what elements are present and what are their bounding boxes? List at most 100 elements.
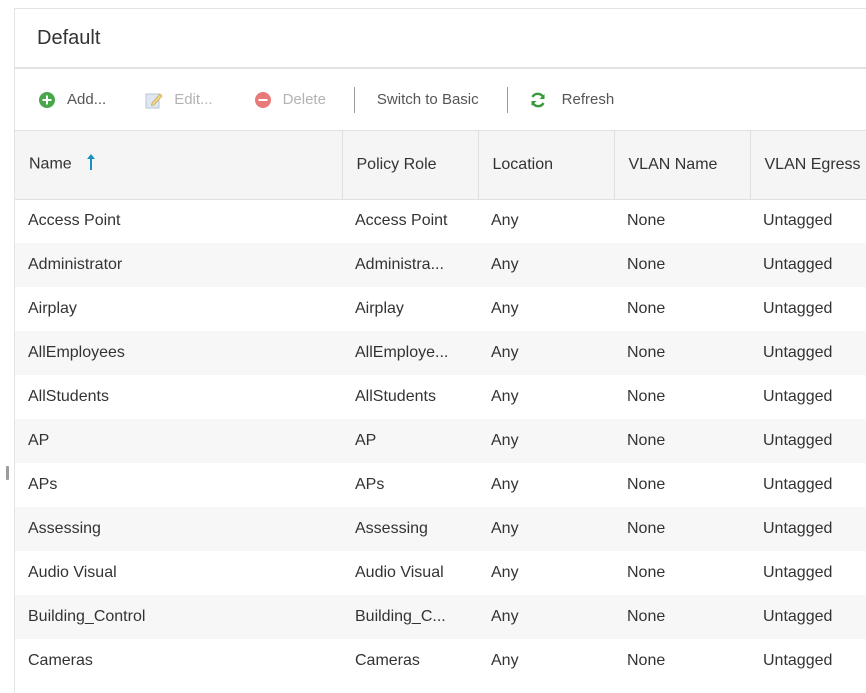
- cell-vlan-egress: Untagged: [750, 287, 866, 331]
- add-icon: [37, 90, 57, 110]
- add-button[interactable]: Add...: [37, 90, 106, 110]
- cell-name: Building_Control: [15, 595, 342, 639]
- cell-name: AllEmployees: [15, 331, 342, 375]
- table-row[interactable]: Audio Visual Audio Visual Any None Untag…: [15, 551, 866, 595]
- cell-policy-role: Access Point: [342, 199, 478, 243]
- cell-policy-role: AP: [342, 419, 478, 463]
- policy-panel: Default Add... Edit... Delete Switch to …: [14, 8, 866, 693]
- cell-name: Assessing: [15, 507, 342, 551]
- sort-ascending-icon[interactable]: [86, 153, 96, 176]
- table-row[interactable]: Airplay Airplay Any None Untagged: [15, 287, 866, 331]
- cell-vlan-name: None: [614, 331, 750, 375]
- cell-vlan-egress: Untagged: [750, 331, 866, 375]
- table-header-row: Name Policy Role Location VLAN Name VLAN…: [15, 131, 866, 200]
- table-row[interactable]: Cameras Cameras Any None Untagged: [15, 639, 866, 683]
- toolbar-divider: [506, 86, 508, 113]
- cell-policy-role: Airplay: [342, 287, 478, 331]
- cell-vlan-egress: Untagged: [750, 419, 866, 463]
- column-header-name[interactable]: Name: [15, 131, 343, 200]
- column-header-policy-role[interactable]: Policy Role: [342, 131, 479, 200]
- table-row[interactable]: Administrator Administra... Any None Unt…: [15, 243, 866, 287]
- cell-location: Any: [478, 507, 614, 551]
- column-header-vlan-name[interactable]: VLAN Name: [614, 131, 751, 200]
- cell-policy-role: AllStudents: [342, 375, 478, 419]
- cell-vlan-name: None: [614, 287, 750, 331]
- cell-vlan-egress: Untagged: [750, 243, 866, 287]
- delete-icon: [253, 90, 273, 110]
- cell-vlan-egress: Untagged: [750, 507, 866, 551]
- cell-policy-role: Administra...: [342, 243, 478, 287]
- cell-policy-role: Building_C...: [342, 595, 478, 639]
- cell-name: Cameras: [15, 639, 342, 683]
- column-header-location[interactable]: Location: [478, 131, 615, 200]
- cell-location: Any: [478, 287, 614, 331]
- cell-vlan-egress: Untagged: [750, 639, 866, 683]
- switch-to-basic-button[interactable]: Switch to Basic: [377, 91, 479, 108]
- cell-vlan-name: None: [614, 507, 750, 551]
- cell-policy-role: Audio Visual: [342, 551, 478, 595]
- column-header-label: VLAN Name: [628, 155, 718, 173]
- cell-location: Any: [478, 331, 614, 375]
- panel-title: Default: [37, 26, 101, 49]
- cell-vlan-name: None: [614, 243, 750, 287]
- delete-button[interactable]: Delete: [253, 90, 326, 110]
- refresh-icon: [528, 90, 548, 110]
- collapse-handle[interactable]: [6, 466, 9, 480]
- cell-name: Airplay: [15, 287, 342, 331]
- edit-icon: [144, 90, 164, 110]
- table-row[interactable]: APs APs Any None Untagged: [15, 463, 866, 507]
- switch-to-basic-label: Switch to Basic: [376, 91, 479, 108]
- toolbar-divider: [353, 86, 355, 113]
- cell-location: Any: [478, 639, 614, 683]
- edit-button[interactable]: Edit...: [144, 90, 213, 110]
- cell-vlan-name: None: [614, 551, 750, 595]
- cell-name: APs: [15, 463, 342, 507]
- table-row[interactable]: Building_Control Building_C... Any None …: [15, 595, 866, 639]
- cell-name: Access Point: [15, 199, 342, 243]
- cell-policy-role: Assessing: [342, 507, 478, 551]
- cell-policy-role: AllEmploye...: [342, 331, 478, 375]
- cell-location: Any: [478, 419, 614, 463]
- cell-policy-role: Cameras: [342, 639, 478, 683]
- cell-vlan-name: None: [614, 595, 750, 639]
- cell-vlan-egress: Untagged: [750, 199, 866, 243]
- table-row[interactable]: Access Point Access Point Any None Untag…: [15, 199, 866, 243]
- column-header-label: Location: [492, 155, 554, 173]
- cell-location: Any: [478, 595, 614, 639]
- cell-location: Any: [478, 243, 614, 287]
- cell-vlan-egress: Untagged: [750, 463, 866, 507]
- column-header-vlan-egress[interactable]: VLAN Egress: [750, 131, 866, 200]
- cell-name: Audio Visual: [15, 551, 342, 595]
- cell-location: Any: [478, 375, 614, 419]
- table-row[interactable]: AP AP Any None Untagged: [15, 419, 866, 463]
- column-header-label: VLAN Egress: [764, 155, 861, 173]
- cell-location: Any: [478, 551, 614, 595]
- delete-label: Delete: [282, 91, 326, 108]
- cell-vlan-name: None: [614, 375, 750, 419]
- toolbar: Add... Edit... Delete Switch to Basic Re…: [15, 69, 866, 131]
- cell-vlan-name: None: [614, 199, 750, 243]
- cell-policy-role: APs: [342, 463, 478, 507]
- add-label: Add...: [67, 91, 107, 108]
- column-header-label: Policy Role: [356, 155, 437, 173]
- edit-label: Edit...: [174, 91, 213, 108]
- cell-vlan-egress: Untagged: [750, 595, 866, 639]
- column-header-label: Name: [29, 155, 72, 173]
- cell-vlan-name: None: [614, 639, 750, 683]
- panel-header: Default: [15, 9, 866, 69]
- policy-table: Name Policy Role Location VLAN Name VLAN…: [15, 131, 866, 683]
- cell-vlan-egress: Untagged: [750, 375, 866, 419]
- table-row[interactable]: AllEmployees AllEmploye... Any None Unta…: [15, 331, 866, 375]
- cell-name: AP: [15, 419, 342, 463]
- cell-vlan-name: None: [614, 419, 750, 463]
- cell-location: Any: [478, 463, 614, 507]
- refresh-label: Refresh: [561, 91, 615, 108]
- refresh-button[interactable]: Refresh: [528, 90, 615, 110]
- cell-vlan-name: None: [614, 463, 750, 507]
- cell-name: Administrator: [15, 243, 342, 287]
- table-row[interactable]: Assessing Assessing Any None Untagged: [15, 507, 866, 551]
- cell-location: Any: [478, 199, 614, 243]
- table-row[interactable]: AllStudents AllStudents Any None Untagge…: [15, 375, 866, 419]
- cell-vlan-egress: Untagged: [750, 551, 866, 595]
- cell-name: AllStudents: [15, 375, 342, 419]
